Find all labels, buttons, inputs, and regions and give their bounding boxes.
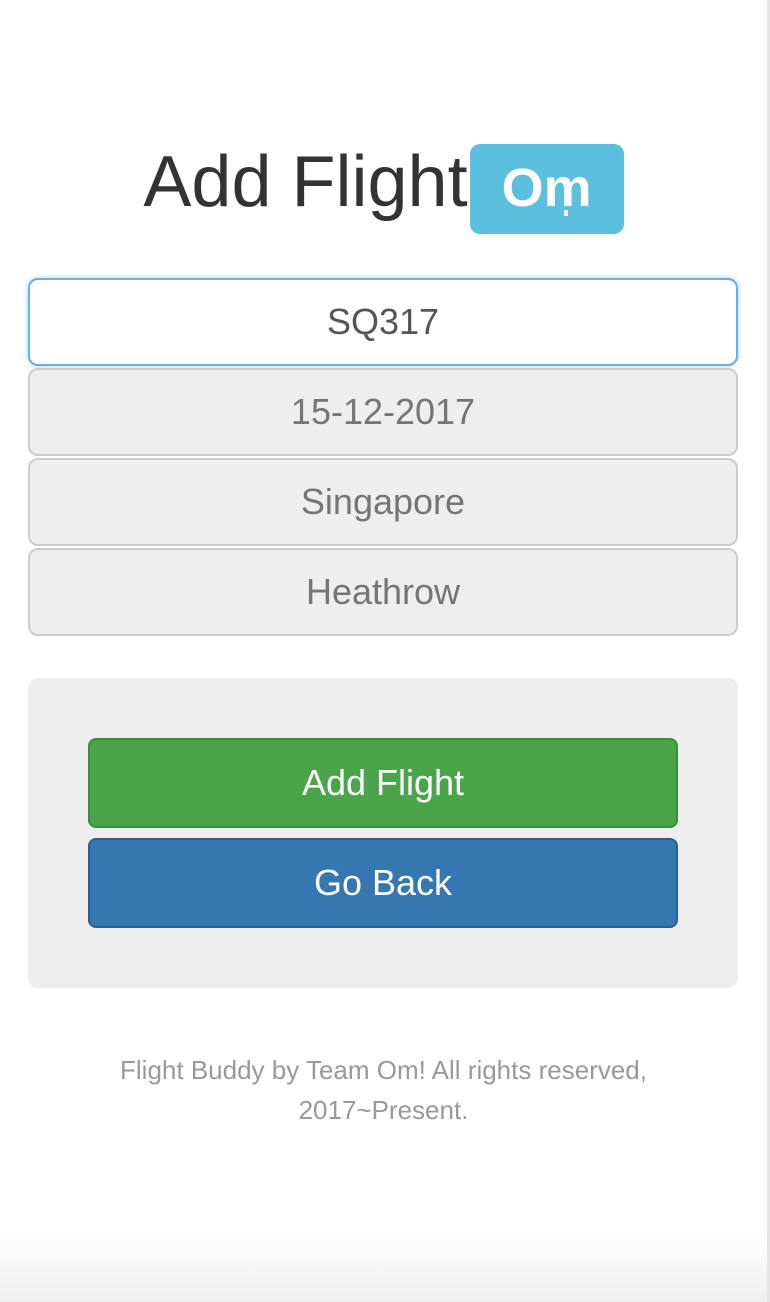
page: Add Flight Om Add Flight Go Back Flight … — [0, 0, 770, 1302]
bottom-fade — [0, 1232, 767, 1302]
app-logo: Om — [469, 144, 624, 234]
actions-panel: Add Flight Go Back — [28, 678, 738, 988]
logo-text: Om — [501, 158, 592, 218]
header: Add Flight Om — [0, 140, 767, 236]
footer-copyright: Flight Buddy by Team Om! All rights rese… — [120, 1055, 647, 1085]
title-wrap: Add Flight Om — [143, 140, 624, 234]
page-title: Add Flight — [143, 142, 468, 222]
flight-number-input[interactable] — [28, 278, 738, 366]
add-flight-form — [28, 278, 738, 638]
go-back-button[interactable]: Go Back — [88, 838, 678, 928]
add-flight-button[interactable]: Add Flight — [88, 738, 678, 828]
date-input[interactable] — [28, 368, 738, 456]
logo-dot-icon — [563, 210, 568, 216]
footer-years: 2017~Present. — [298, 1095, 469, 1125]
origin-input[interactable] — [28, 458, 738, 546]
destination-input[interactable] — [28, 548, 738, 636]
footer: Flight Buddy by Team Om! All rights rese… — [0, 1050, 767, 1130]
